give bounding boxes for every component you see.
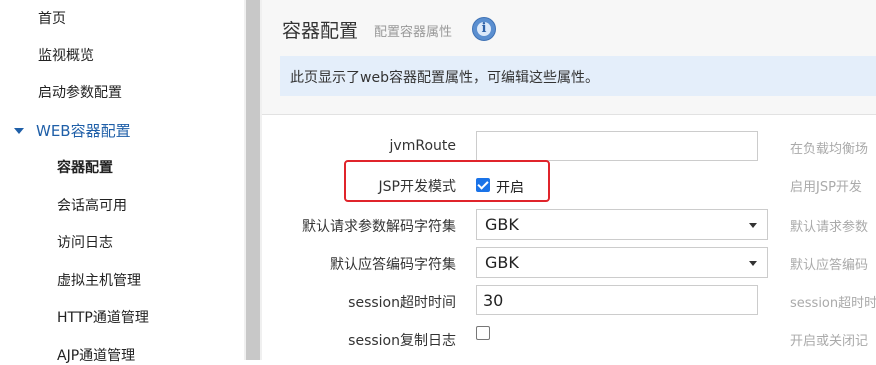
- req-encoding-label: 默认请求参数解码字符集: [302, 219, 456, 235]
- session-timeout-help: session超时时: [790, 296, 876, 311]
- info-notice: 此页显示了web容器配置属性，可编辑这些属性。: [280, 56, 876, 96]
- page-subtitle: 配置容器属性: [374, 25, 453, 40]
- sidebar-item-startup-params[interactable]: 启动参数配置: [38, 82, 122, 102]
- config-form: jvmRoute 在负载均衡场 JSP开发模式 开启 启用JSP开发 默认请求参…: [262, 115, 876, 360]
- sidebar-scrollbar-thumb[interactable]: [246, 0, 260, 360]
- page-title: 容器配置: [282, 20, 359, 42]
- jvm-route-input[interactable]: [476, 131, 758, 161]
- sidebar-item-access-log[interactable]: 访问日志: [57, 232, 113, 252]
- resp-encoding-help: 默认应答编码: [790, 258, 869, 273]
- req-encoding-value: GBK: [485, 215, 519, 234]
- caret-down-icon: [14, 127, 24, 134]
- sidebar-group-label: WEB容器配置: [36, 122, 131, 140]
- chevron-down-icon: [749, 223, 757, 228]
- sidebar-group-web-container[interactable]: WEB容器配置: [14, 120, 131, 141]
- resp-encoding-label: 默认应答编码字符集: [330, 257, 456, 273]
- notice-text: 此页显示了web容器配置属性，可编辑这些属性。: [290, 70, 599, 86]
- jvm-route-label: jvmRoute: [389, 138, 456, 154]
- req-encoding-select[interactable]: GBK: [476, 209, 768, 240]
- sidebar: 首页 监视概览 启动参数配置 WEB容器配置 容器配置 会话高可用 访问日志 虚…: [0, 0, 244, 364]
- chevron-down-icon: [749, 261, 757, 266]
- sidebar-item-session-ha[interactable]: 会话高可用: [57, 195, 127, 215]
- sidebar-item-container-config[interactable]: 容器配置: [57, 157, 113, 177]
- sidebar-item-http-channel[interactable]: HTTP通道管理: [57, 307, 149, 327]
- main-content: 容器配置 配置容器属性 i 此页显示了web容器配置属性，可编辑这些属性。 jv…: [262, 0, 876, 360]
- sidebar-item-virtual-host[interactable]: 虚拟主机管理: [57, 270, 141, 290]
- info-icon[interactable]: i: [472, 17, 496, 41]
- jsp-dev-help: 启用JSP开发: [790, 180, 862, 195]
- req-encoding-help: 默认请求参数: [790, 220, 869, 235]
- session-timeout-input[interactable]: [476, 285, 758, 315]
- highlight-box: [344, 160, 550, 202]
- sidebar-item-ajp-channel[interactable]: AJP通道管理: [57, 345, 135, 365]
- session-timeout-label: session超时时间: [348, 295, 456, 311]
- resp-encoding-select[interactable]: GBK: [476, 247, 768, 278]
- resp-encoding-value: GBK: [485, 253, 519, 272]
- jvm-route-help: 在负载均衡场: [790, 142, 869, 157]
- session-log-help: 开启或关闭记: [790, 334, 869, 349]
- sidebar-item-monitor-overview[interactable]: 监视概览: [38, 45, 94, 65]
- sidebar-item-home[interactable]: 首页: [38, 8, 66, 28]
- session-log-checkbox[interactable]: [476, 326, 490, 340]
- session-log-label: session复制日志: [348, 333, 456, 349]
